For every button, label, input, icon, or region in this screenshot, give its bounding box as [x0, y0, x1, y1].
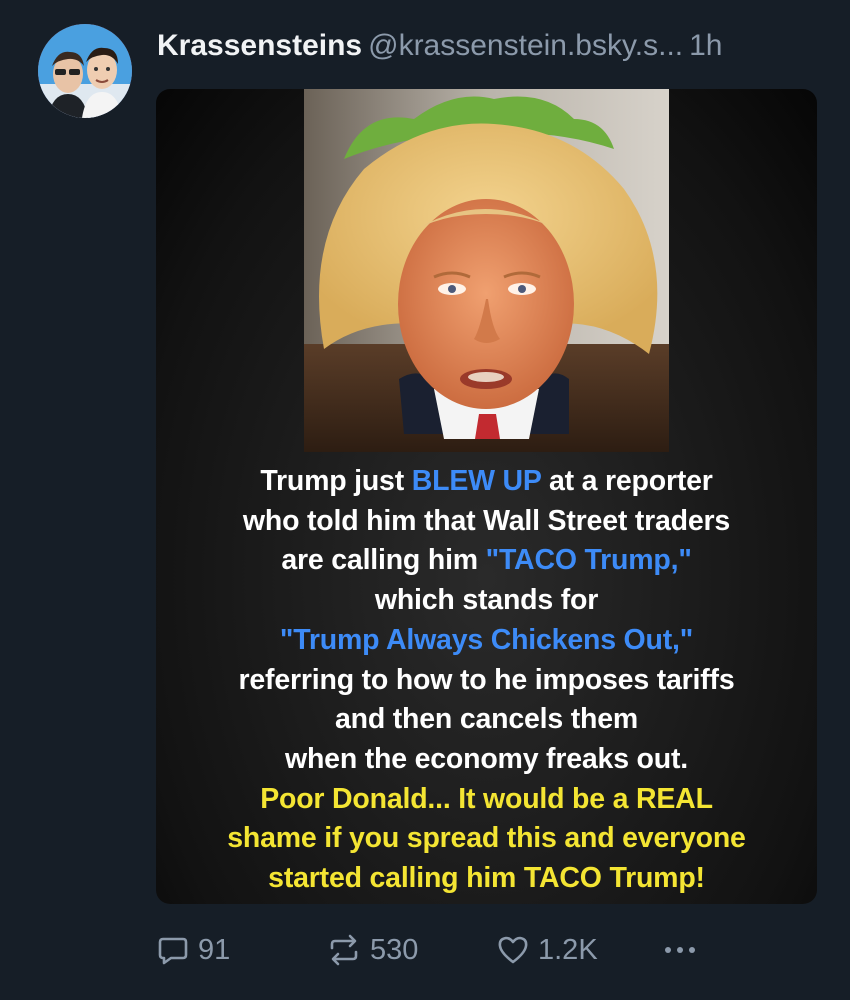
- post-timestamp[interactable]: 1h: [689, 29, 722, 62]
- author-name[interactable]: Krassensteins: [157, 29, 362, 62]
- post-header: Krassensteins @krassenstein.bsky.s... 1h: [157, 27, 827, 65]
- more-options-button[interactable]: [660, 928, 700, 972]
- repost-button[interactable]: 530: [326, 928, 418, 972]
- caption-line-10: shame if you spread this and everyone: [227, 822, 746, 855]
- caption-line-8: when the economy freaks out.: [285, 742, 688, 775]
- post-actions: 91 530 1.2K: [156, 928, 816, 972]
- reply-count: 91: [198, 933, 231, 966]
- heart-icon: [498, 936, 528, 964]
- image-caption: Trump just BLEW UP at a reporter who tol…: [156, 462, 817, 899]
- reply-icon: [158, 937, 188, 965]
- caption-text: are calling him: [281, 544, 486, 577]
- author-handle[interactable]: @krassenstein.bsky.s...: [368, 29, 683, 62]
- repost-icon: [330, 934, 358, 966]
- author-avatar[interactable]: [38, 24, 132, 118]
- avatar-image: [38, 24, 132, 118]
- caption-highlight: "TACO Trump,": [485, 544, 692, 577]
- reply-button[interactable]: 91: [156, 928, 230, 972]
- more-icon: [665, 947, 695, 953]
- caption-line-1: Trump just BLEW UP at a reporter: [156, 462, 817, 502]
- caption-line-5: "Trump Always Chickens Out,": [279, 623, 694, 656]
- caption-line-2: who told him that Wall Street traders: [242, 504, 731, 537]
- like-button[interactable]: 1.2K: [496, 928, 598, 972]
- caption-line-3: are calling him "TACO Trump,": [156, 541, 817, 581]
- repost-count: 530: [370, 933, 419, 966]
- caption-line-4: which stands for: [374, 584, 599, 617]
- taco-photo: [304, 89, 669, 452]
- caption-text: at a reporter: [541, 465, 713, 497]
- like-count: 1.2K: [538, 933, 598, 966]
- caption-line-6: referring to how to he imposes tariffs: [238, 663, 735, 696]
- post-image[interactable]: Trump just BLEW UP at a reporter who tol…: [156, 89, 817, 904]
- caption-line-7: and then cancels them: [334, 703, 639, 736]
- caption-line-11: started calling him TACO Trump!: [268, 862, 705, 895]
- caption-highlight: BLEW UP: [411, 465, 542, 497]
- caption-text: Trump just: [260, 465, 412, 497]
- caption-line-9: Poor Donald... It would be a REAL: [260, 782, 713, 815]
